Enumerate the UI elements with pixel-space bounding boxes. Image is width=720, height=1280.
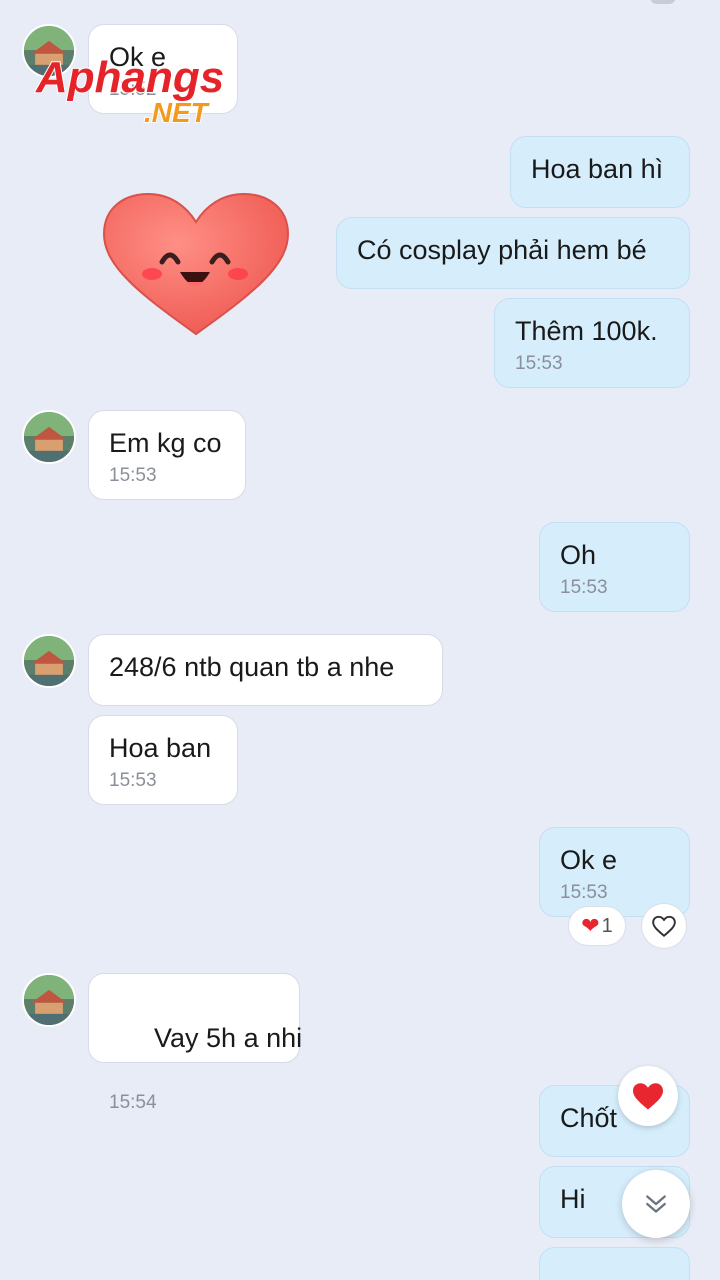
heart-outline-icon — [652, 915, 676, 937]
message-text: Vay 5h a nhi — [139, 1023, 303, 1053]
incoming-message-bubble[interactable]: Vay 5h a nhi 15:54 — [88, 973, 303, 1113]
outgoing-message-bubble[interactable] — [539, 1247, 690, 1280]
outgoing-message-bubble[interactable]: Có cosplay phải hem bé — [336, 217, 690, 289]
message-time: 15:53 — [109, 465, 157, 486]
message-text: 248/6 ntb quan tb a nhe — [109, 652, 395, 682]
message-text: Thêm 100k. — [515, 316, 658, 346]
reaction-count: 1 — [601, 914, 613, 937]
double-chevron-down-icon — [646, 1195, 666, 1213]
heart-icon: ❤ — [581, 913, 600, 938]
watermark-logo: Aphangs .NET — [34, 48, 254, 128]
outgoing-message-bubble[interactable]: Thêm 100k. 15:53 — [494, 298, 690, 388]
message-text: Ok e — [560, 845, 618, 875]
chat-screen: Ok e 15:52 Aphangs .NET Hoa ban hì Có co… — [0, 0, 720, 1280]
avatar[interactable] — [22, 634, 76, 688]
incoming-message-bubble[interactable]: Hoa ban 15:53 — [88, 715, 238, 805]
scroll-to-bottom-button[interactable] — [622, 1170, 690, 1238]
message-time: 15:54 — [109, 1092, 157, 1113]
avatar[interactable] — [22, 973, 76, 1027]
avatar-image — [24, 636, 74, 686]
message-time: 15:53 — [560, 577, 608, 598]
incoming-message-bubble[interactable]: 248/6 ntb quan tb a nhe — [88, 634, 443, 706]
outgoing-message-bubble[interactable]: Oh 15:53 — [539, 522, 690, 612]
message-text: Em kg co — [109, 428, 222, 458]
avatar-image — [24, 975, 74, 1025]
heart-icon — [633, 1083, 663, 1110]
message-text: Hoa ban hì — [531, 154, 664, 184]
scroll-indicator — [650, 0, 676, 4]
avatar[interactable] — [22, 410, 76, 464]
message-time: 15:53 — [560, 882, 608, 903]
avatar-image — [24, 412, 74, 462]
message-text: Oh — [560, 540, 597, 570]
message-text: Chốt — [560, 1103, 618, 1133]
heart-reaction-button[interactable] — [618, 1066, 678, 1126]
message-time: 15:53 — [515, 353, 563, 374]
message-text: Có cosplay phải hem bé — [357, 235, 647, 265]
message-text: Hi — [560, 1184, 586, 1214]
incoming-message-bubble[interactable]: Em kg co 15:53 — [88, 410, 246, 500]
outgoing-message-bubble[interactable]: Hoa ban hì — [510, 136, 690, 208]
watermark-text-sub: .NET — [144, 97, 211, 128]
watermark-text-main: Aphangs — [35, 53, 224, 102]
message-time: 15:53 — [109, 770, 157, 791]
heart-sticker[interactable] — [100, 190, 292, 340]
message-text: Hoa ban — [109, 733, 212, 763]
react-button[interactable] — [641, 903, 687, 949]
reaction-count-chip[interactable]: ❤ 1 — [568, 906, 626, 946]
